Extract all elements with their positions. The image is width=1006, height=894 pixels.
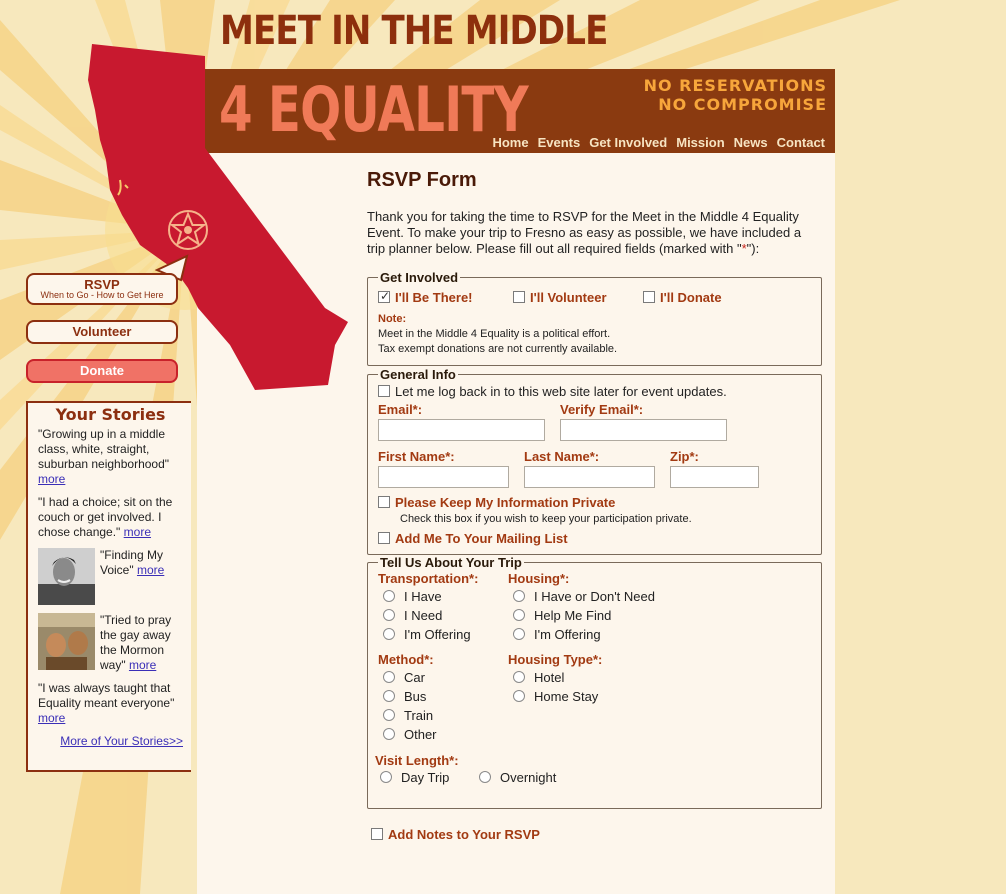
trip-legend: Tell Us About Your Trip: [380, 555, 522, 570]
option-be-there[interactable]: I'll Be There!: [378, 289, 513, 307]
general-info-legend: General Info: [380, 367, 456, 382]
verify-email-field[interactable]: [560, 419, 727, 441]
email-label: Email*:: [378, 402, 423, 417]
rsvp-button[interactable]: RSVP When to Go - How to Get Here: [26, 273, 178, 305]
visit-day-trip[interactable]: Day Trip: [380, 768, 479, 787]
note-line1: Meet in the Middle 4 Equality is a polit…: [378, 328, 611, 340]
private-help: Check this box if you wish to keep your …: [400, 513, 692, 525]
rsvp-sublabel: When to Go - How to Get Here: [40, 290, 164, 300]
get-involved-fieldset: Get Involved I'll Be There! I'll Volunte…: [367, 270, 822, 366]
nav-events[interactable]: Events: [538, 135, 581, 150]
note-label: Note:: [378, 313, 407, 325]
first-name-field[interactable]: [378, 466, 509, 488]
housing-have[interactable]: I Have or Don't Need: [508, 587, 655, 606]
zip-label: Zip*:: [670, 449, 699, 464]
transport-need[interactable]: I Need: [378, 606, 508, 625]
login-option[interactable]: Let me log back in to this web site late…: [378, 384, 811, 399]
be-there-checkbox[interactable]: [378, 289, 390, 303]
stories-title: Your Stories: [55, 405, 166, 424]
transportation-label: Transportation*:: [378, 571, 479, 586]
last-name-field[interactable]: [524, 466, 655, 488]
more-stories-link[interactable]: More of Your Stories>>: [60, 734, 183, 748]
story-item: "I had a choice; sit on the couch or get…: [38, 495, 173, 539]
mailing-checkbox[interactable]: [378, 532, 390, 544]
method-car[interactable]: Car: [378, 668, 508, 687]
transport-have[interactable]: I Have: [378, 587, 508, 606]
private-option[interactable]: Please Keep My Information Private: [378, 494, 811, 512]
nav-mission[interactable]: Mission: [676, 135, 724, 150]
get-involved-legend: Get Involved: [380, 270, 459, 285]
email-field[interactable]: [378, 419, 545, 441]
story-more-link[interactable]: more: [38, 472, 65, 486]
last-name-label: Last Name*:: [524, 449, 600, 464]
nav-contact[interactable]: Contact: [777, 135, 825, 150]
volunteer-button[interactable]: Volunteer: [26, 320, 178, 344]
housing-type-label: Housing Type*:: [508, 652, 603, 667]
page-title: RSVP Form: [367, 169, 477, 191]
visit-overnight[interactable]: Overnight: [479, 768, 556, 787]
story-item: "I was always taught that Equality meant…: [38, 681, 175, 725]
first-name-label: First Name*:: [378, 449, 455, 464]
story-item: "Tried to pray the gay away the Mormon w…: [38, 613, 183, 673]
story-more-link[interactable]: more: [129, 658, 156, 672]
story-photo[interactable]: [38, 548, 95, 605]
housing-offering[interactable]: I'm Offering: [508, 625, 655, 644]
story-more-link[interactable]: more: [137, 563, 164, 577]
private-checkbox[interactable]: [378, 496, 390, 508]
method-bus[interactable]: Bus: [378, 687, 508, 706]
story-photo[interactable]: [38, 613, 95, 670]
zip-field[interactable]: [670, 466, 759, 488]
note-line2: Tax exempt donations are not currently a…: [378, 343, 618, 355]
option-volunteer[interactable]: I'll Volunteer: [513, 289, 643, 307]
story-item: "Growing up in a middle class, white, st…: [38, 427, 170, 486]
your-stories-panel: Your Stories "Growing up in a middle cla…: [26, 401, 191, 772]
transport-offering[interactable]: I'm Offering: [378, 625, 508, 644]
login-checkbox[interactable]: [378, 385, 390, 397]
verify-email-label: Verify Email*:: [560, 402, 644, 417]
donate-button[interactable]: Donate: [26, 359, 178, 383]
notes-option[interactable]: Add Notes to Your RSVP: [371, 826, 822, 844]
trip-fieldset: Tell Us About Your Trip Transportation*:…: [367, 555, 822, 809]
main-nav: Home Events Get Involved Mission News Co…: [492, 135, 825, 150]
tagline: NO RESERVATIONS NO COMPROMISE: [644, 76, 827, 114]
donate-checkbox[interactable]: [643, 291, 655, 303]
housing-type-home-stay[interactable]: Home Stay: [508, 687, 602, 706]
tagline-line1: NO RESERVATIONS: [643, 76, 827, 95]
method-train[interactable]: Train: [378, 706, 508, 725]
notes-checkbox[interactable]: [371, 828, 383, 840]
volunteer-checkbox[interactable]: [513, 291, 525, 303]
method-label: Method*:: [378, 652, 434, 667]
mailing-option[interactable]: Add Me To Your Mailing List: [378, 530, 811, 548]
method-other[interactable]: Other: [378, 725, 508, 744]
nav-news[interactable]: News: [734, 135, 768, 150]
nav-home[interactable]: Home: [492, 135, 528, 150]
option-donate[interactable]: I'll Donate: [643, 289, 722, 307]
housing-find[interactable]: Help Me Find: [508, 606, 655, 625]
housing-label: Housing*:: [508, 571, 570, 586]
general-info-fieldset: General Info Let me log back in to this …: [367, 367, 822, 555]
story-more-link[interactable]: more: [124, 525, 151, 539]
intro-text: Thank you for taking the time to RSVP fo…: [367, 209, 802, 256]
tagline-line2: NO COMPROMISE: [658, 95, 827, 114]
housing-type-hotel[interactable]: Hotel: [508, 668, 602, 687]
story-more-link[interactable]: more: [38, 711, 65, 725]
nav-get-involved[interactable]: Get Involved: [589, 135, 667, 150]
story-item: "Finding My Voice" more: [38, 548, 183, 605]
visit-length-label: Visit Length*:: [375, 753, 459, 768]
